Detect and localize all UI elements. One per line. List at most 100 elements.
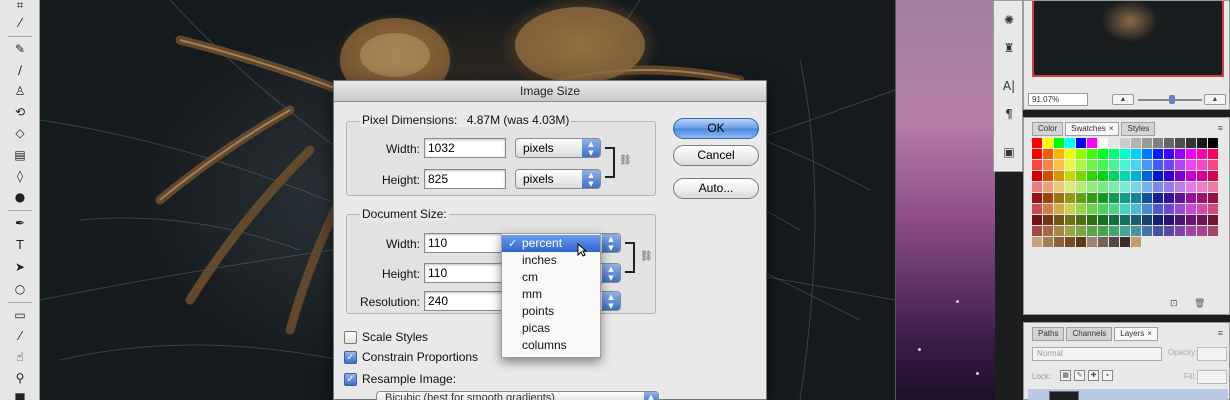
color-swatch[interactable] bbox=[1142, 160, 1152, 170]
color-swatch[interactable] bbox=[1054, 182, 1064, 192]
color-swatch[interactable] bbox=[1109, 171, 1119, 181]
color-swatch[interactable] bbox=[1065, 226, 1075, 236]
healing-brush-icon[interactable]: ✎ bbox=[10, 40, 30, 58]
color-swatch[interactable] bbox=[1120, 138, 1130, 148]
paragraph-icon[interactable]: ¶ bbox=[1001, 105, 1017, 123]
color-swatch[interactable] bbox=[1098, 204, 1108, 214]
color-swatch[interactable] bbox=[1087, 204, 1097, 214]
color-swatch[interactable] bbox=[1043, 171, 1053, 181]
color-swatch[interactable] bbox=[1208, 215, 1218, 225]
color-swatch[interactable] bbox=[1054, 171, 1064, 181]
color-swatch[interactable] bbox=[1098, 149, 1108, 159]
color-swatch[interactable] bbox=[1197, 160, 1207, 170]
brushes-icon[interactable]: ✺ bbox=[1001, 11, 1017, 29]
color-swatch[interactable] bbox=[1164, 182, 1174, 192]
tab-swatches[interactable]: Swatches × bbox=[1065, 122, 1120, 136]
color-swatch[interactable] bbox=[1120, 160, 1130, 170]
constrain-proportions-row[interactable]: ✓ Constrain Proportions bbox=[344, 349, 478, 365]
color-swatch[interactable] bbox=[1043, 204, 1053, 214]
color-swatch[interactable] bbox=[1087, 193, 1097, 203]
delete-swatch-icon[interactable]: 🗑 bbox=[1194, 299, 1208, 311]
color-swatch[interactable] bbox=[1043, 237, 1053, 247]
color-swatch[interactable] bbox=[1087, 226, 1097, 236]
color-swatch[interactable] bbox=[1054, 204, 1064, 214]
color-swatch[interactable] bbox=[1109, 149, 1119, 159]
resolution-field[interactable]: 240 bbox=[424, 291, 506, 311]
color-swatch[interactable] bbox=[1131, 204, 1141, 214]
opacity-field[interactable] bbox=[1197, 347, 1227, 361]
color-swatch[interactable] bbox=[1175, 171, 1185, 181]
color-swatch[interactable] bbox=[1197, 138, 1207, 148]
color-swatch[interactable] bbox=[1032, 171, 1042, 181]
color-swatch[interactable] bbox=[1054, 193, 1064, 203]
color-swatch[interactable] bbox=[1098, 193, 1108, 203]
color-swatch[interactable] bbox=[1032, 160, 1042, 170]
color-swatch[interactable] bbox=[1142, 226, 1152, 236]
color-swatch[interactable] bbox=[1120, 237, 1130, 247]
color-swatch[interactable] bbox=[1076, 193, 1086, 203]
color-swatch[interactable] bbox=[1120, 226, 1130, 236]
color-swatch[interactable] bbox=[1032, 193, 1042, 203]
color-swatch[interactable] bbox=[1208, 138, 1218, 148]
blend-mode-select[interactable]: Normal bbox=[1032, 347, 1162, 361]
constrain-proportions-checkbox[interactable]: ✓ bbox=[344, 350, 357, 364]
color-swatch[interactable] bbox=[1142, 182, 1152, 192]
panel-menu-icon[interactable]: ≡ bbox=[1218, 328, 1223, 338]
color-swatch[interactable] bbox=[1054, 226, 1064, 236]
tab-channels[interactable]: Channels bbox=[1066, 327, 1113, 341]
color-swatch[interactable] bbox=[1142, 149, 1152, 159]
color-swatch[interactable] bbox=[1175, 138, 1185, 148]
panel-menu-icon[interactable]: ≡ bbox=[1218, 123, 1223, 133]
color-swatch[interactable] bbox=[1076, 226, 1086, 236]
color-swatch[interactable] bbox=[1043, 138, 1053, 148]
color-swatch[interactable] bbox=[1043, 160, 1053, 170]
color-swatch[interactable] bbox=[1208, 204, 1218, 214]
color-swatch[interactable] bbox=[1164, 149, 1174, 159]
color-swatch[interactable] bbox=[1164, 138, 1174, 148]
color-swatch[interactable] bbox=[1153, 160, 1163, 170]
pixel-width-unit-select[interactable]: pixels ▲ ▼ bbox=[515, 138, 601, 158]
tab-layers[interactable]: Layers × bbox=[1114, 327, 1158, 341]
color-swatch[interactable] bbox=[1109, 193, 1119, 203]
resample-method-select[interactable]: Bicubic (best for smooth gradients) ▲ bbox=[376, 391, 659, 400]
fill-field[interactable] bbox=[1197, 370, 1227, 384]
color-swatch[interactable] bbox=[1153, 226, 1163, 236]
color-swatch[interactable] bbox=[1131, 237, 1141, 247]
color-swatch[interactable] bbox=[1175, 193, 1185, 203]
color-swatch[interactable] bbox=[1164, 204, 1174, 214]
color-swatch[interactable] bbox=[1032, 226, 1042, 236]
color-swatch[interactable] bbox=[1197, 204, 1207, 214]
color-swatch[interactable] bbox=[1087, 237, 1097, 247]
color-swatch[interactable] bbox=[1076, 149, 1086, 159]
scale-styles-row[interactable]: Scale Styles bbox=[344, 329, 428, 345]
color-swatch[interactable] bbox=[1109, 204, 1119, 214]
doc-height-field[interactable]: 110 bbox=[424, 263, 506, 283]
layer-comps-icon[interactable]: ▣ bbox=[1001, 143, 1017, 161]
color-swatch[interactable] bbox=[1164, 226, 1174, 236]
color-swatch[interactable] bbox=[1043, 182, 1053, 192]
zoom-in-icon[interactable]: ▲ bbox=[1204, 94, 1226, 105]
brush-icon[interactable]: ∕ bbox=[10, 61, 30, 79]
color-swatch[interactable] bbox=[1087, 149, 1097, 159]
color-swatch[interactable] bbox=[1054, 149, 1064, 159]
color-swatch[interactable] bbox=[1142, 204, 1152, 214]
new-swatch-icon[interactable]: ⊡ bbox=[1170, 299, 1184, 311]
color-swatch[interactable] bbox=[1076, 182, 1086, 192]
color-swatch[interactable] bbox=[1164, 160, 1174, 170]
color-swatch[interactable] bbox=[1175, 160, 1185, 170]
color-swatch[interactable] bbox=[1186, 226, 1196, 236]
eyedropper-2-icon[interactable]: ⁄ bbox=[10, 327, 30, 345]
color-swatch[interactable] bbox=[1032, 237, 1042, 247]
color-swatch[interactable] bbox=[1131, 149, 1141, 159]
color-swatch[interactable] bbox=[1098, 138, 1108, 148]
color-swatch[interactable] bbox=[1120, 204, 1130, 214]
color-swatch[interactable] bbox=[1131, 171, 1141, 181]
color-swatch[interactable] bbox=[1065, 149, 1075, 159]
color-swatch[interactable] bbox=[1043, 193, 1053, 203]
color-swatch[interactable] bbox=[1076, 204, 1086, 214]
color-swatch[interactable] bbox=[1087, 160, 1097, 170]
hand-icon[interactable]: ☝ bbox=[10, 348, 30, 366]
type-icon[interactable]: T bbox=[10, 236, 30, 254]
color-swatch[interactable] bbox=[1098, 160, 1108, 170]
navigator-zoom-field[interactable]: 91.07% bbox=[1028, 93, 1088, 106]
